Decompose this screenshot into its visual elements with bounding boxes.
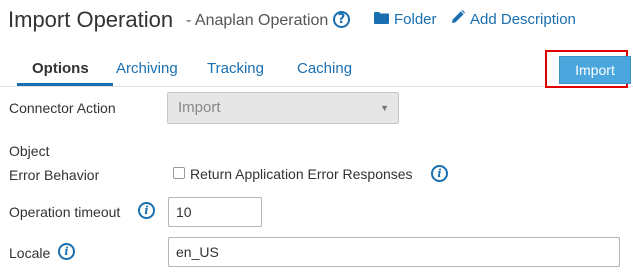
locale-info-icon[interactable]: i	[58, 243, 75, 260]
return-error-responses-checkbox[interactable]	[173, 167, 185, 179]
dropdown-arrow-icon: ▼	[380, 103, 389, 113]
operation-timeout-info-icon[interactable]: i	[138, 202, 155, 219]
add-description-label: Add Description	[470, 11, 576, 28]
folder-link[interactable]: Folder	[374, 10, 437, 30]
return-error-responses-label: Return Application Error Responses	[190, 166, 413, 182]
tab-caching[interactable]: Caching	[297, 59, 352, 79]
connector-action-label: Connector Action	[9, 100, 116, 116]
folder-link-label: Folder	[394, 11, 437, 28]
folder-icon	[374, 10, 389, 30]
locale-input[interactable]	[168, 237, 620, 267]
tab-archiving[interactable]: Archiving	[116, 59, 178, 79]
tab-tracking[interactable]: Tracking	[207, 59, 264, 79]
tab-divider	[0, 86, 633, 87]
error-behavior-label: Error Behavior	[9, 167, 100, 183]
pencil-icon	[451, 10, 465, 30]
operation-timeout-label: Operation timeout	[9, 204, 121, 220]
tab-options[interactable]: Options	[32, 59, 89, 79]
connector-action-select[interactable]: Import ▼	[167, 92, 399, 124]
error-behavior-info-icon[interactable]: i	[431, 165, 448, 182]
locale-label: Locale	[9, 245, 51, 261]
connector-action-value: Import	[178, 99, 221, 116]
operation-timeout-input[interactable]	[168, 197, 262, 227]
import-button[interactable]: Import	[559, 56, 631, 84]
question-circle-icon[interactable]: ?	[333, 11, 350, 28]
page-subtitle: - Anaplan Operation	[186, 12, 329, 29]
object-label: Object	[9, 143, 50, 159]
add-description-link[interactable]: Add Description	[451, 10, 576, 30]
page-title: Import Operation	[8, 7, 174, 32]
